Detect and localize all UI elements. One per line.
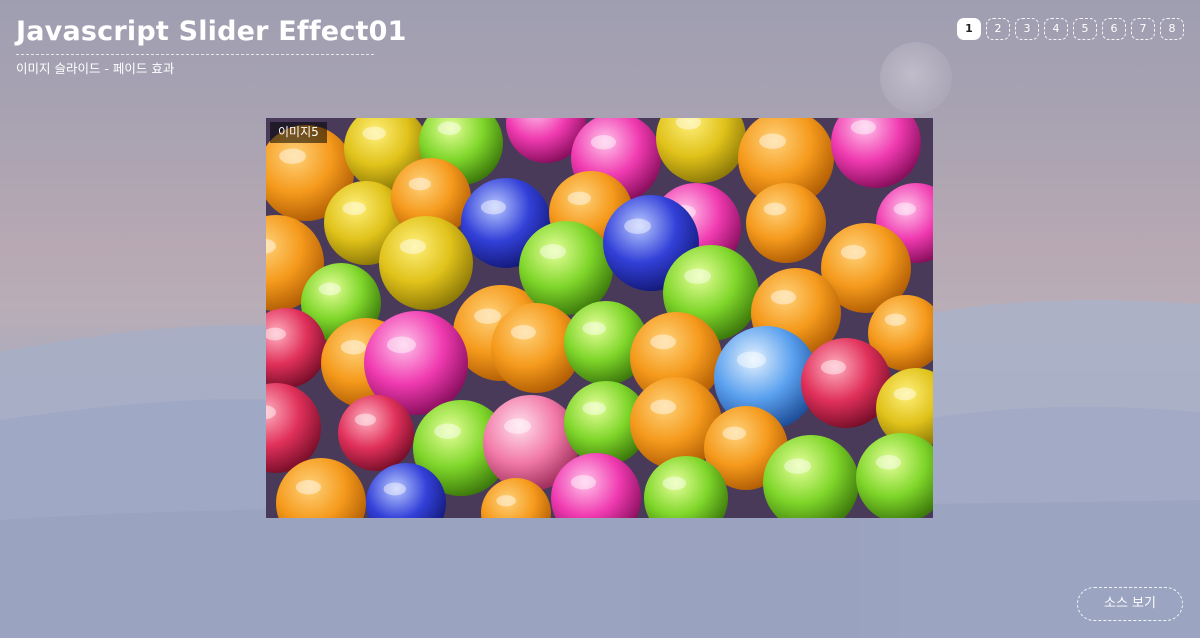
pagination-item-8[interactable]: 8 [1160,18,1184,40]
page-title: Javascript Slider Effect01 [16,14,406,55]
page-subtitle: 이미지 슬라이드 - 페이드 효과 [16,61,175,76]
slide-label: 이미지5 [270,122,327,143]
pagination-item-2[interactable]: 2 [986,18,1010,40]
pagination-item-6[interactable]: 6 [1102,18,1126,40]
view-source-button[interactable]: 소스 보기 [1077,587,1183,621]
slider-image: 이미지5 [266,118,933,518]
pagination-item-7[interactable]: 7 [1131,18,1155,40]
moon-shape [880,42,952,114]
pagination-item-3[interactable]: 3 [1015,18,1039,40]
pagination-item-4[interactable]: 4 [1044,18,1068,40]
header: Javascript Slider Effect01 이미지 슬라이드 - 페이… [16,14,406,77]
pagination-item-1[interactable]: 1 [957,18,981,40]
colorful-ball-pit-image [266,118,933,518]
slide-pagination: 12345678 [957,18,1184,40]
pagination-item-5[interactable]: 5 [1073,18,1097,40]
